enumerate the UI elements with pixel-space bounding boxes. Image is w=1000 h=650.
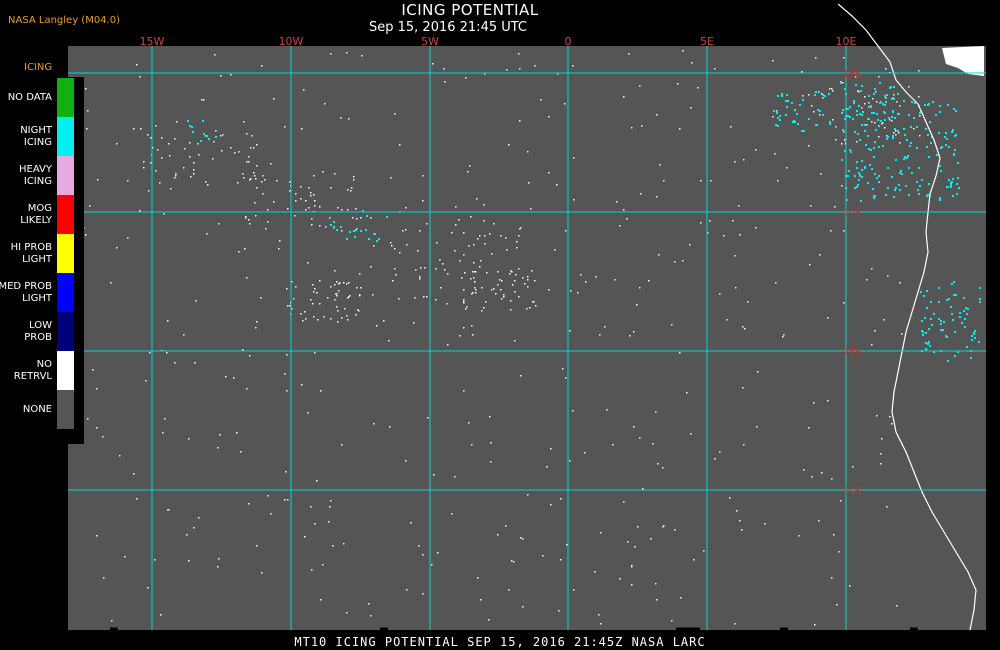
legend-swatch <box>57 312 74 351</box>
legend-item: HI PROB LIGHT <box>0 234 84 273</box>
longitude-label: 5E <box>700 35 714 48</box>
longitude-label: 5W <box>421 35 439 48</box>
map-background <box>68 46 986 630</box>
legend-item: NO DATA <box>0 78 84 117</box>
longitude-label: 0 <box>565 35 572 48</box>
footer-caption: MT10 ICING POTENTIAL SEP 15, 2016 21:45Z… <box>294 635 706 649</box>
legend-item-label: MED PROB LIGHT <box>0 281 52 304</box>
legend-item-label: NO DATA <box>7 92 52 103</box>
legend-item: LOW PROB <box>0 312 84 351</box>
legend-item: NONE <box>0 390 84 429</box>
legend-swatch <box>57 390 74 429</box>
latitude-label: 15S <box>842 69 861 80</box>
legend-item-label: NIGHT ICING <box>20 125 52 148</box>
legend-item: MED PROB LIGHT <box>0 273 84 312</box>
longitude-label: 10W <box>279 35 304 48</box>
longitude-label: 10E <box>836 35 857 48</box>
legend-swatch <box>57 117 74 156</box>
longitude-label: 15W <box>140 35 165 48</box>
legend-swatch <box>57 156 74 195</box>
legend-swatch <box>57 273 74 312</box>
latitude-label: 25S <box>842 347 861 358</box>
legend-item-label: NONE <box>22 404 52 415</box>
page-subtitle: Sep 15, 2016 21:45 UTC <box>368 20 528 35</box>
legend-item: HEAVY ICING <box>0 156 84 195</box>
legend-item: NIGHT ICING <box>0 117 84 156</box>
legend-item-label: LOW PROB <box>24 320 52 343</box>
legend-swatch <box>57 234 74 273</box>
legend-item-label: HI PROB LIGHT <box>10 242 52 265</box>
legend: NO DATA NIGHT ICING HEAVY ICING MOG LIKELY HI P… <box>0 77 84 444</box>
legend-item: MOG LIKELY <box>0 195 84 234</box>
legend-swatch <box>57 78 74 117</box>
legend-item: NO RETRVL <box>0 351 84 390</box>
legend-swatch <box>57 195 74 234</box>
latitude-label: 20S <box>842 208 861 219</box>
page-title: ICING POTENTIAL <box>401 1 539 19</box>
icing-map: 15W 10W 5W 0 5E 10E 15S 20S 25S 30S <box>68 3 986 631</box>
latitude-label: 30S <box>842 486 861 497</box>
legend-item-label: HEAVY ICING <box>19 164 52 187</box>
legend-item-label: NO RETRVL <box>13 359 52 382</box>
legend-title: ICING <box>24 62 53 73</box>
legend-item-label: MOG LIKELY <box>20 203 52 226</box>
legend-swatch <box>57 351 74 390</box>
